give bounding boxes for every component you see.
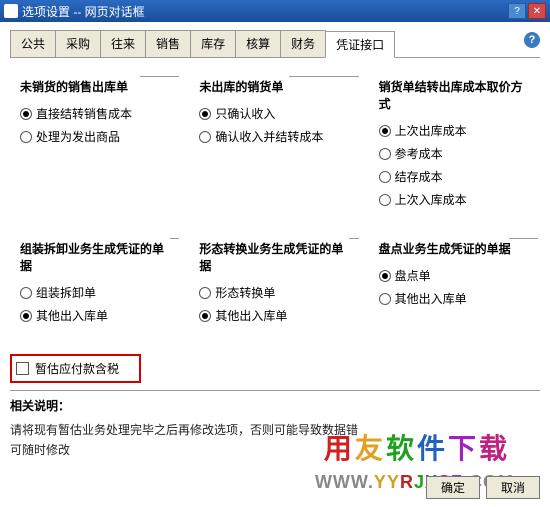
radio-stocktake-doc[interactable]: 盘点单 xyxy=(379,267,534,284)
radio-icon xyxy=(379,293,391,305)
cancel-button[interactable]: 取消 xyxy=(486,476,540,499)
radio-assembly-doc[interactable]: 组装拆卸单 xyxy=(20,284,175,301)
radio-balance-cost[interactable]: 结存成本 xyxy=(379,168,534,185)
tab-contacts[interactable]: 往来 xyxy=(100,30,146,57)
radio-other-io-2[interactable]: 其他出入库单 xyxy=(199,307,354,324)
tab-purchase[interactable]: 采购 xyxy=(55,30,101,57)
radio-icon xyxy=(199,108,211,120)
radio-last-in-cost[interactable]: 上次入库成本 xyxy=(379,191,534,208)
related-line2: 可随时修改 xyxy=(10,440,540,460)
help-button[interactable]: ? xyxy=(508,3,526,19)
help-icon[interactable]: ? xyxy=(524,32,540,48)
radio-icon xyxy=(20,108,32,120)
radio-icon xyxy=(199,287,211,299)
group-form-convert: 形态转换业务生成凭证的单据 形态转换单 其他出入库单 xyxy=(189,232,360,336)
tab-inventory[interactable]: 库存 xyxy=(190,30,236,57)
tab-voucher-interface[interactable]: 凭证接口 xyxy=(325,31,395,58)
related-section: 相关说明： 请将现有暂估业务处理完毕之后再修改选项，否则可能导致数据错 可随时修… xyxy=(10,390,540,461)
tab-finance[interactable]: 财务 xyxy=(280,30,326,57)
app-icon xyxy=(4,4,18,18)
footer-buttons: 确定 取消 xyxy=(426,476,540,499)
radio-form-convert-doc[interactable]: 形态转换单 xyxy=(199,284,354,301)
group-unsold-outbound: 未销货的销售出库单 直接结转销售成本 处理为发出商品 xyxy=(10,70,181,220)
radio-icon xyxy=(20,287,32,299)
tab-panel: 未销货的销售出库单 直接结转销售成本 处理为发出商品 未出库的销货单 xyxy=(10,58,540,383)
radio-revenue-and-cost[interactable]: 确认收入并结转成本 xyxy=(199,128,354,145)
related-header: 相关说明： xyxy=(10,390,540,414)
radio-other-io-1[interactable]: 其他出入库单 xyxy=(20,307,175,324)
radio-icon xyxy=(379,148,391,160)
radio-icon xyxy=(199,310,211,322)
group-cost-price-method: 销货单结转出库成本取价方式 上次出库成本 参考成本 结存成本 xyxy=(369,70,540,220)
close-button[interactable]: ✕ xyxy=(528,3,546,19)
radio-last-out-cost[interactable]: 上次出库成本 xyxy=(379,122,534,139)
tab-bar: 公共 采购 往来 销售 库存 核算 财务 凭证接口 ? xyxy=(10,30,540,58)
estimated-tax-label: 暂估应付款含税 xyxy=(35,360,119,377)
estimated-tax-checkbox[interactable] xyxy=(16,362,29,375)
radio-icon xyxy=(379,125,391,137)
radio-icon xyxy=(20,131,32,143)
estimated-tax-highlight: 暂估应付款含税 xyxy=(10,354,141,383)
radio-ref-cost[interactable]: 参考成本 xyxy=(379,145,534,162)
radio-icon xyxy=(199,131,211,143)
related-line1: 请将现有暂估业务处理完毕之后再修改选项，否则可能导致数据错 xyxy=(10,420,540,440)
group-assembly: 组装拆卸业务生成凭证的单据 组装拆卸单 其他出入库单 xyxy=(10,232,181,336)
radio-icon xyxy=(379,194,391,206)
radio-icon xyxy=(379,270,391,282)
tab-public[interactable]: 公共 xyxy=(10,30,56,57)
tab-sales[interactable]: 销售 xyxy=(145,30,191,57)
ok-button[interactable]: 确定 xyxy=(426,476,480,499)
group-unshipped-sales: 未出库的销货单 只确认收入 确认收入并结转成本 xyxy=(189,70,360,220)
radio-as-shipped[interactable]: 处理为发出商品 xyxy=(20,128,175,145)
radio-icon xyxy=(20,310,32,322)
window-titlebar: 选项设置 -- 网页对话框 ? ✕ xyxy=(0,0,550,22)
radio-direct-cost[interactable]: 直接结转销售成本 xyxy=(20,105,175,122)
window-title: 选项设置 -- 网页对话框 xyxy=(22,3,145,20)
group-stocktake: 盘点业务生成凭证的单据 盘点单 其他出入库单 xyxy=(369,232,540,336)
tab-accounting[interactable]: 核算 xyxy=(235,30,281,57)
radio-revenue-only[interactable]: 只确认收入 xyxy=(199,105,354,122)
radio-icon xyxy=(379,171,391,183)
radio-other-io-3[interactable]: 其他出入库单 xyxy=(379,290,534,307)
